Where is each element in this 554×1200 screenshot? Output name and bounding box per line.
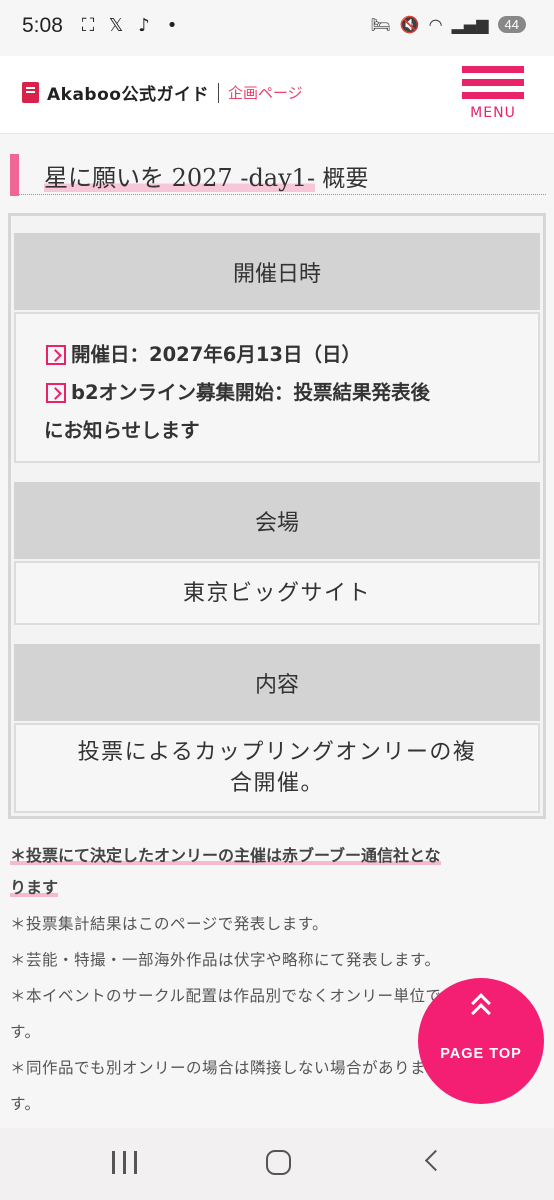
screenshot-icon: ⛶ — [81, 15, 95, 36]
b2-text-cont: にお知らせします — [44, 419, 200, 442]
note-abbrev: ＊芸能・特撮・一部海外作品は伏字や略称にて発表します。 — [10, 951, 441, 969]
content-heading: 内容 — [14, 644, 540, 721]
tiktok-icon: ♪ — [138, 15, 150, 36]
content-text-1: 投票によるカップリングオンリーの複 — [77, 740, 477, 765]
title-accent-bar — [10, 154, 19, 196]
page-title-main: 星に願いを 2027 -day1- — [44, 164, 316, 192]
note-results: ＊投票集計結果はこのページで発表します。 — [10, 915, 329, 933]
content-cell: 投票によるカップリングオンリーの複 合開催。 — [14, 723, 540, 813]
system-icons: 🛏 🔇 ◠ ▂▄▆ 44 — [370, 15, 526, 34]
status-bar: 5:08 ⛶ 𝕏 ♪ • 🛏 🔇 ◠ ▂▄▆ 44 — [0, 0, 554, 56]
datetime-heading: 開催日時 — [14, 233, 540, 310]
b2-text: b2オンライン募集開始：投票結果発表後 — [71, 381, 431, 404]
system-nav-bar — [0, 1128, 554, 1200]
battery-icon: 44 — [497, 16, 526, 33]
double-chevron-up-icon — [471, 992, 491, 1023]
menu-label: MENU — [470, 105, 516, 121]
x-app-icon: 𝕏 — [108, 15, 124, 36]
note-organizer: ＊投票にて決定したオンリーの主催は赤ブーブー通信社とな — [10, 838, 540, 874]
hamburger-icon-bar — [462, 92, 524, 99]
book-icon — [22, 82, 39, 103]
page-title-block: 星に願いを 2027 -day1- 概要 — [0, 150, 554, 198]
venue-heading: 会場 — [14, 482, 540, 559]
b2-line: b2オンライン募集開始：投票結果発表後 — [46, 374, 538, 412]
site-logo[interactable]: Akaboo公式ガイド 企画ページ — [22, 80, 303, 105]
sleep-icon: 🛏 — [370, 15, 391, 34]
chevron-right-icon — [46, 383, 66, 403]
date-line: 開催日：2027年6月13日（日） — [46, 336, 538, 374]
title-underline — [10, 194, 546, 195]
logo-divider — [217, 82, 219, 103]
hamburger-icon — [462, 66, 524, 73]
note-organizer-2: ります — [10, 878, 59, 897]
status-time: 5:08 — [22, 14, 63, 37]
content-text-2: 合開催。 — [229, 771, 324, 796]
date-text: 開催日：2027年6月13日（日） — [71, 343, 361, 366]
more-dot-icon: • — [166, 15, 178, 36]
wifi-icon: ◠ — [428, 15, 443, 34]
menu-button[interactable]: MENU — [462, 66, 524, 126]
note-organizer-cont: ります — [10, 870, 540, 906]
page-top-button[interactable]: PAGE TOP — [418, 978, 544, 1104]
hamburger-icon-bar — [462, 79, 524, 86]
page-top-label: PAGE TOP — [440, 1046, 522, 1062]
site-header: Akaboo公式ガイド 企画ページ MENU — [0, 56, 554, 134]
venue-text: 東京ビッグサイト — [14, 561, 540, 625]
page-title-tail: 概要 — [315, 166, 369, 192]
section-name: 企画ページ — [227, 84, 303, 102]
signal-icon: ▂▄▆ — [451, 15, 489, 34]
datetime-cell: 開催日：2027年6月13日（日） b2オンライン募集開始：投票結果発表後 にお… — [14, 312, 540, 463]
brand-name: Akaboo公式ガイド — [47, 85, 209, 105]
note-organizer-1: ＊投票にて決定したオンリーの主催は赤ブーブー通信社とな — [10, 846, 441, 865]
recent-apps-button[interactable] — [112, 1151, 138, 1175]
chevron-right-icon — [46, 345, 66, 365]
mute-icon: 🔇 — [399, 15, 420, 34]
page-title: 星に願いを 2027 -day1- 概要 — [44, 158, 368, 193]
back-button[interactable] — [424, 1149, 447, 1172]
notification-icons: ⛶ 𝕏 ♪ • — [78, 15, 182, 36]
home-button[interactable] — [266, 1150, 291, 1175]
event-info-table: 開催日時 開催日：2027年6月13日（日） b2オンライン募集開始：投票結果発… — [8, 213, 546, 819]
